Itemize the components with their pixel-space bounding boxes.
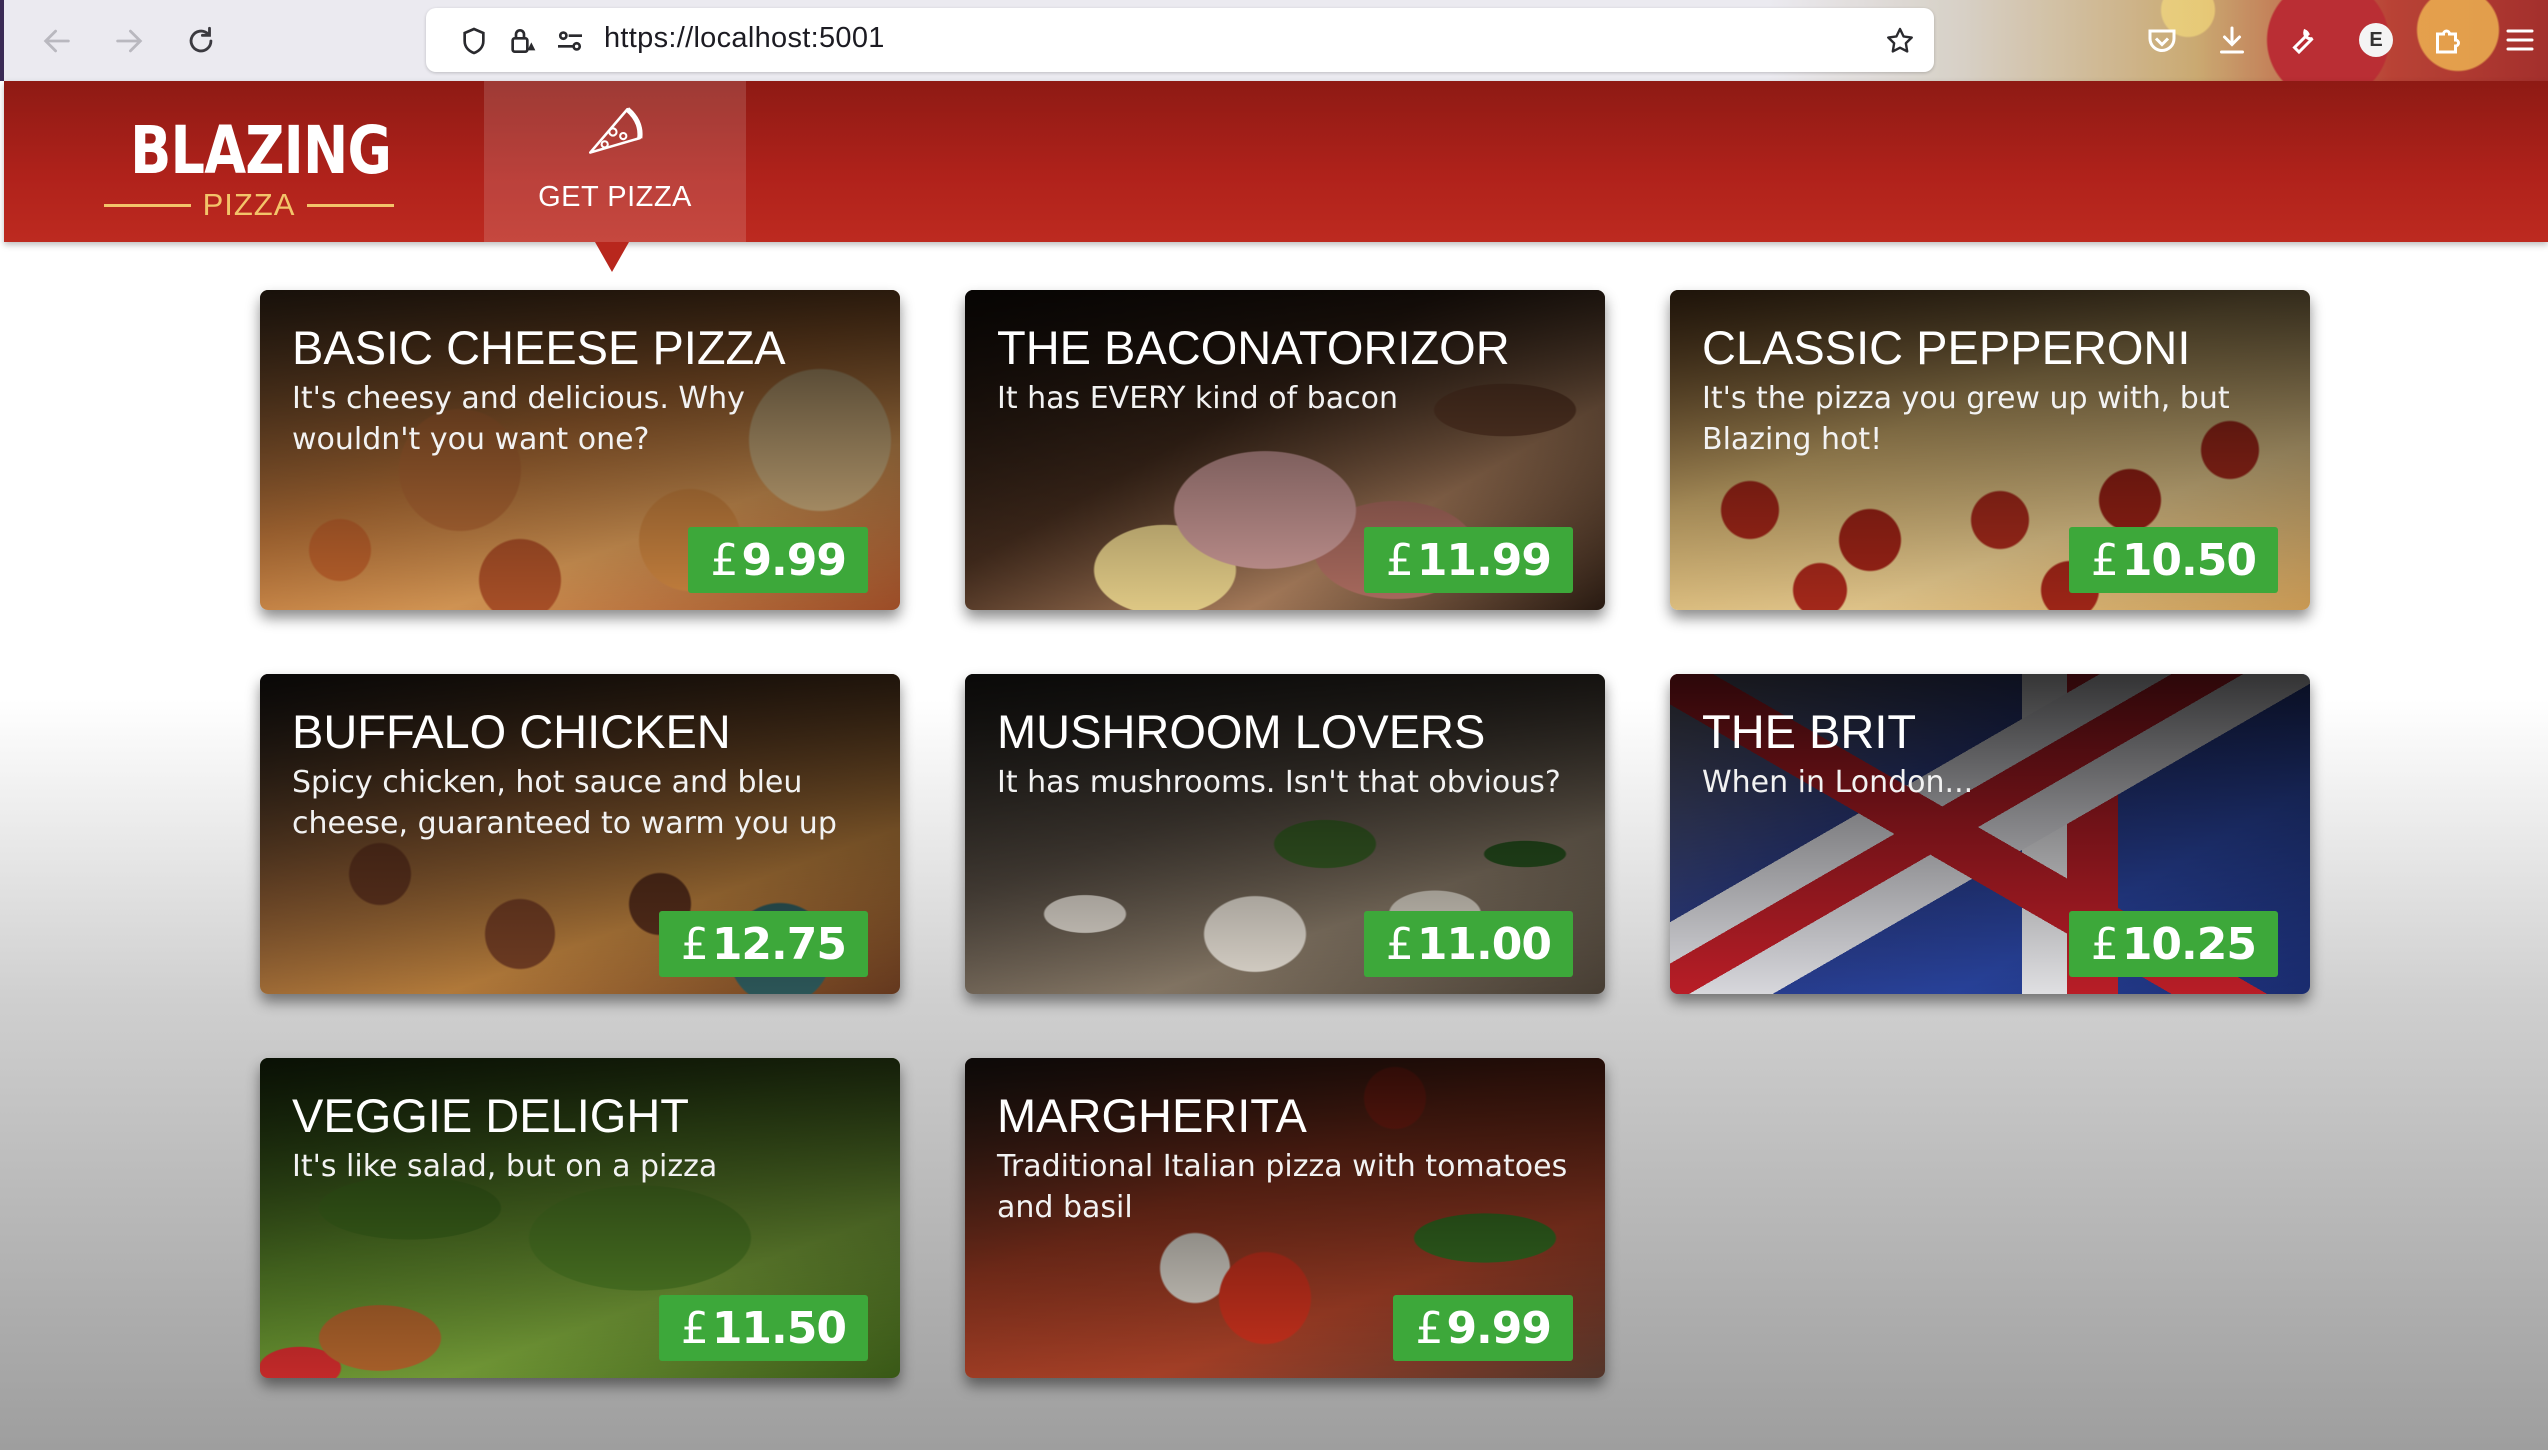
pizza-description: Spicy chicken, hot sauce and bleu cheese… [292, 765, 837, 841]
pizza-card-the-brit[interactable]: The Brit When in London... £10.25 [1670, 674, 2310, 994]
extensions-puzzle-icon[interactable] [2428, 20, 2468, 60]
downloads-icon[interactable] [2212, 20, 2252, 60]
pizza-price: £10.25 [2068, 911, 2278, 977]
pizza-description: It has mushrooms. Isn't that obvious? [997, 765, 1561, 800]
app-header: BLAZING PIZZA GET PIZZA [4, 81, 2548, 242]
nav-tab-get-pizza[interactable]: GET PIZZA [484, 81, 746, 242]
forward-arrow-icon [116, 29, 143, 53]
logo-divider-left [104, 203, 191, 207]
forward-button[interactable] [106, 18, 152, 64]
active-tab-indicator [595, 242, 629, 272]
url-text[interactable]: https://localhost:5001 [604, 22, 885, 55]
pizza-card-classic-pepperoni[interactable]: Classic pepperoni It's the pizza you gre… [1670, 290, 2310, 610]
pizza-description: It's like salad, but on a pizza [292, 1149, 718, 1184]
devtools-wrench-icon[interactable] [2282, 20, 2322, 60]
menu-hamburger-icon[interactable] [2500, 20, 2540, 60]
pocket-icon[interactable] [2142, 20, 2182, 60]
account-avatar: E [2359, 23, 2393, 57]
logo-divider-right [307, 203, 394, 207]
reload-button[interactable] [178, 18, 224, 64]
pizza-name: Margherita [997, 1089, 1307, 1142]
pizza-price: £11.99 [1363, 527, 1573, 593]
pizza-name: Buffalo chicken [292, 705, 731, 758]
pizza-card-margherita[interactable]: Margherita Traditional Italian pizza wit… [965, 1058, 1605, 1378]
pizza-name: Basic Cheese Pizza [292, 321, 786, 374]
pizza-description: Traditional Italian pizza with tomatoes … [997, 1149, 1568, 1225]
pizza-name: The Baconatorizor [997, 321, 1510, 374]
bookmark-star-icon[interactable] [1884, 25, 1916, 57]
pizza-slice-icon [582, 101, 648, 167]
pizza-name: The Brit [1702, 705, 1917, 758]
pizza-name: Classic pepperoni [1702, 321, 2191, 374]
blazing-pizza-logo[interactable]: BLAZING PIZZA [104, 111, 394, 222]
account-button[interactable]: E [2356, 20, 2396, 60]
nav-tab-label: GET PIZZA [538, 181, 692, 213]
browser-toolbar: https://localhost:5001 E [0, 0, 2548, 81]
permissions-icon[interactable] [554, 25, 586, 57]
pizza-description: It's the pizza you grew up with, but Bla… [1702, 381, 2230, 457]
pizza-specials-list: Basic Cheese Pizza It's cheesy and delic… [260, 290, 2310, 1390]
pizza-card-basic-cheese[interactable]: Basic Cheese Pizza It's cheesy and delic… [260, 290, 900, 610]
pizza-name: Veggie Delight [292, 1089, 689, 1142]
back-button[interactable] [34, 18, 80, 64]
pizza-card-mushroom-lovers[interactable]: Mushroom Lovers It has mushrooms. Isn't … [965, 674, 1605, 994]
pizza-card-veggie-delight[interactable]: Veggie Delight It's like salad, but on a… [260, 1058, 900, 1378]
reload-icon [189, 26, 213, 53]
pizza-price: £12.75 [658, 911, 868, 977]
pizza-card-baconatorizor[interactable]: The Baconatorizor It has EVERY kind of b… [965, 290, 1605, 610]
logo-title: BLAZING [130, 112, 392, 189]
pizza-name: Mushroom Lovers [997, 705, 1486, 758]
pizza-price: £9.99 [688, 527, 868, 593]
back-arrow-icon [43, 29, 70, 53]
lock-warning-icon[interactable] [506, 25, 538, 57]
pizza-price: £11.50 [658, 1295, 868, 1361]
pizza-price: £10.50 [2068, 527, 2278, 593]
address-bar[interactable]: https://localhost:5001 [426, 8, 1934, 72]
shield-icon[interactable] [458, 25, 490, 57]
logo-subtitle: PIZZA [202, 187, 296, 222]
pizza-description: It has EVERY kind of bacon [997, 381, 1398, 416]
pizza-description: It's cheesy and delicious. Why wouldn't … [292, 381, 745, 457]
pizza-description: When in London... [1702, 765, 1974, 800]
pizza-price: £11.00 [1363, 911, 1573, 977]
pizza-card-buffalo-chicken[interactable]: Buffalo chicken Spicy chicken, hot sauce… [260, 674, 900, 994]
pizza-price: £9.99 [1393, 1295, 1573, 1361]
